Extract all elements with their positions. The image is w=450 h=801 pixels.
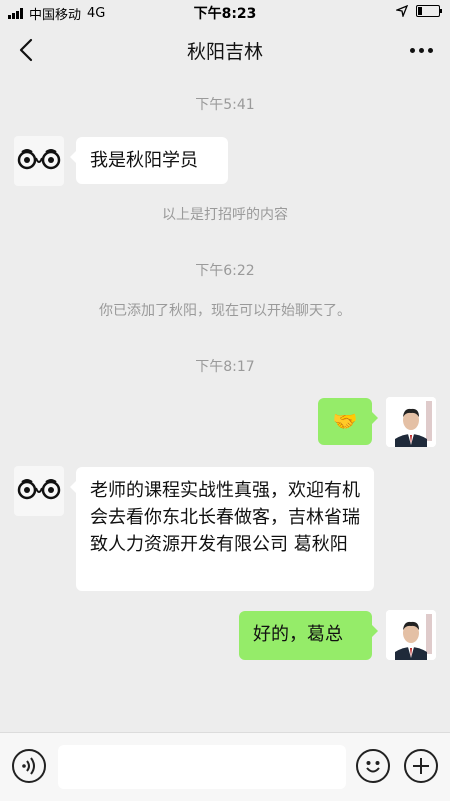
message-bubble-received[interactable]: 老师的课程实战性真强，欢迎有机会去看你东北长春做客，吉林省瑞致人力资源开发有限公… [70,467,374,591]
my-avatar-image [386,397,436,447]
message-input[interactable] [58,745,346,789]
contact-avatar-image [17,149,61,170]
location-icon [396,5,408,17]
more-icon-dot [418,47,424,53]
timestamp: 下午8:17 [195,359,255,375]
chat-title: 秋阳吉林 [186,41,263,63]
plus-icon [413,758,429,774]
emoji-button[interactable] [356,749,390,783]
my-avatar[interactable] [386,610,436,660]
contact-avatar[interactable] [14,136,64,186]
status-right [396,5,442,17]
more-button[interactable] [404,38,438,62]
my-avatar-image [386,610,436,660]
status-time: 下午8:23 [193,6,257,22]
message-bubble-received[interactable]: 我是秋阳学员 [70,137,228,184]
message-bubble-sent[interactable]: 🤝 [318,398,378,445]
battery-icon [416,5,442,17]
message-bubble-sent[interactable]: 好的，葛总 [239,611,378,660]
more-icon-dot [427,47,433,53]
status-bar: 中国移动 4G 下午8:23 [0,0,450,24]
system-message: 以上是打招呼的内容 [162,207,288,223]
emoji-icon [366,761,380,773]
more-icon-dot [409,47,415,53]
input-bar [0,732,450,801]
voice-button[interactable] [12,749,46,783]
timestamp: 下午6:22 [195,263,255,279]
system-message: 你已添加了秋阳，现在可以开始聊天了。 [99,303,351,319]
my-avatar[interactable] [386,397,436,447]
voice-icon [22,757,35,775]
timestamp: 下午5:41 [195,97,255,113]
battery-level [418,7,422,15]
plus-button[interactable] [404,749,438,783]
contact-avatar[interactable] [14,466,64,516]
nav-bar: 秋阳吉林 [0,24,450,76]
contact-avatar-image [17,479,61,500]
